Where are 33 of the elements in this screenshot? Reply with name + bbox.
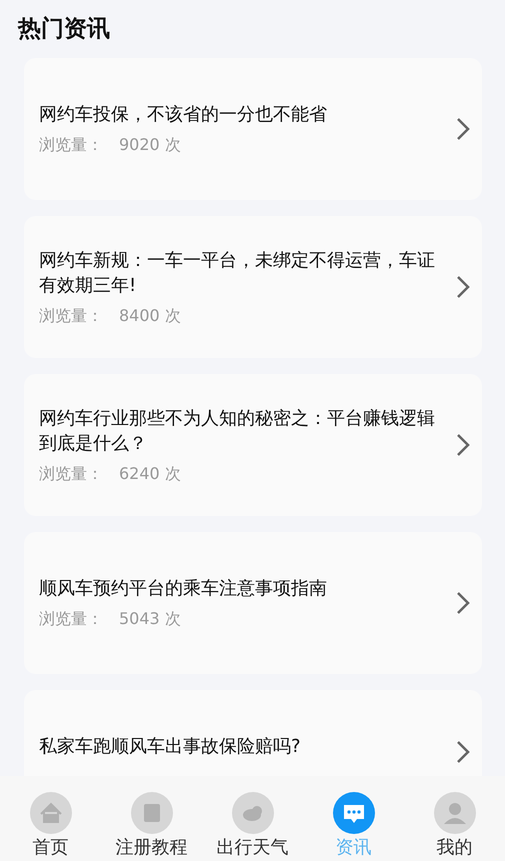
- book-icon: [130, 792, 172, 834]
- chat-bubble-icon: [332, 792, 374, 834]
- views-count: 5043 次: [119, 609, 181, 630]
- views-label: 浏览量：: [39, 135, 103, 156]
- views-label: 浏览量：: [39, 609, 103, 630]
- views-count: 8400 次: [119, 306, 181, 326]
- article-title: 私家车跑顺风车出事故保险赔吗?: [39, 735, 302, 759]
- article-card[interactable]: 私家车跑顺风车出事故保险赔吗?: [24, 690, 482, 776]
- article-card[interactable]: 顺风车预约平台的乘车注意事项指南 浏览量： 5043 次: [24, 532, 482, 674]
- person-icon: [434, 792, 476, 834]
- article-title: 网约车行业那些不为人知的秘密之：平台赚钱逻辑到底是什么？: [39, 406, 436, 456]
- tab-item[interactable]: 首页: [6, 792, 96, 860]
- views-count: 9020 次: [119, 135, 181, 156]
- chevron-right-icon: [456, 117, 470, 141]
- section-title: 热门资讯: [18, 16, 111, 42]
- chevron-right-icon: [456, 433, 470, 457]
- article-title: 网约车新规：一车一平台，未绑定不得运营，车证有效期三年!: [39, 248, 436, 298]
- chevron-right-icon: [456, 740, 470, 764]
- chevron-right-icon: [456, 591, 470, 615]
- views-count: 6240 次: [119, 464, 181, 484]
- views-label: 浏览量：: [39, 306, 103, 326]
- tab-item[interactable]: 注册教程: [106, 792, 196, 860]
- article-card[interactable]: 网约车行业那些不为人知的秘密之：平台赚钱逻辑到底是什么？ 浏览量： 6240 次: [24, 374, 482, 516]
- article-card[interactable]: 网约车新规：一车一平台，未绑定不得运营，车证有效期三年! 浏览量： 8400 次: [24, 216, 482, 358]
- cloud-icon: [232, 792, 274, 834]
- house-icon: [30, 792, 72, 834]
- article-title: 顺风车预约平台的乘车注意事项指南: [39, 577, 328, 601]
- tab-item[interactable]: 出行天气: [208, 792, 298, 860]
- article-card[interactable]: 网约车投保，不该省的一分也不能省 浏览量： 9020 次: [24, 58, 482, 200]
- chevron-right-icon: [456, 275, 470, 299]
- tab-item[interactable]: 我的: [410, 792, 500, 860]
- article-title: 网约车投保，不该省的一分也不能省: [39, 103, 328, 127]
- views-label: 浏览量：: [39, 464, 103, 484]
